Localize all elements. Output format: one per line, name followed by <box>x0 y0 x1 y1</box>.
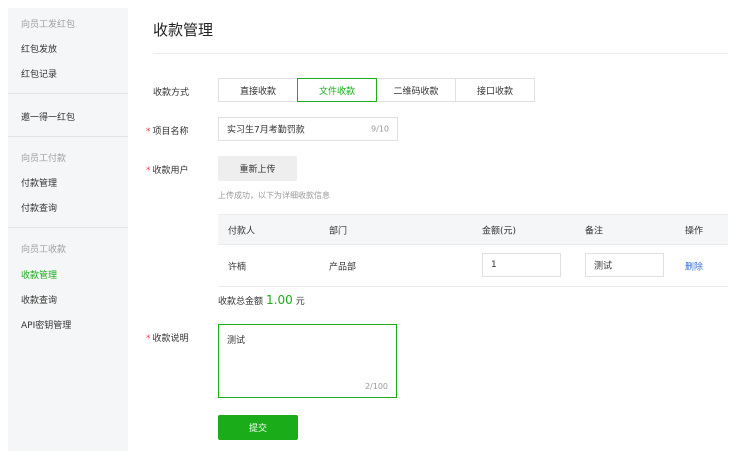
sidebar-item-invite-red-packet[interactable]: 邀一得一红包 <box>21 110 75 123</box>
description-label: * 收款说明 <box>146 334 189 344</box>
header-amount: 金额(元) <box>482 226 517 236</box>
cell-payer: 许楠 <box>228 262 247 272</box>
collection-table: 付款人 部门 金额(元) 备注 操作 许楠 产品部 1 测试 删除 <box>218 214 728 287</box>
sidebar-divider <box>8 227 128 228</box>
sidebar-item-red-packet-records[interactable]: 红包记录 <box>21 67 57 80</box>
required-mark: * <box>146 166 151 176</box>
upload-tip: 上传成功，以下为详细收款信息 <box>218 191 330 200</box>
collection-users-label: * 收款用户 <box>146 166 189 176</box>
note-input[interactable]: 测试 <box>585 253 664 277</box>
sidebar-item-red-packet-send[interactable]: 红包发放 <box>21 42 57 55</box>
sidebar: 向员工发红包 红包发放 红包记录 邀一得一红包 向员工付款 付款管理 付款查询 … <box>8 8 128 451</box>
sidebar-group-title-payment: 向员工付款 <box>21 154 67 164</box>
sidebar-item-collection-management[interactable]: 收款管理 <box>21 268 57 281</box>
amount-value: 1 <box>491 260 497 270</box>
sidebar-divider <box>8 93 128 94</box>
page-title: 收款管理 <box>153 21 214 39</box>
header-action: 操作 <box>685 226 704 236</box>
header-note: 备注 <box>585 226 604 236</box>
project-name-label: * 项目名称 <box>146 127 189 137</box>
header-payer: 付款人 <box>228 226 256 236</box>
total-label: 收款总金额 <box>218 297 264 307</box>
tab-qrcode-collection[interactable]: 二维码收款 <box>376 78 456 102</box>
title-divider <box>153 53 728 54</box>
method-label: 收款方式 <box>153 88 190 98</box>
tab-direct-collection[interactable]: 直接收款 <box>218 78 298 102</box>
delete-link[interactable]: 删除 <box>685 259 703 272</box>
total-unit: 元 <box>295 297 305 307</box>
total-amount-value: 1.00 <box>266 293 293 307</box>
required-mark: * <box>146 334 151 344</box>
description-value: 测试 <box>227 336 246 346</box>
tab-api-collection[interactable]: 接口收款 <box>455 78 535 102</box>
description-counter: 2/100 <box>364 382 388 391</box>
description-textarea[interactable]: 测试 2/100 <box>218 324 397 398</box>
sidebar-item-payment-query[interactable]: 付款查询 <box>21 201 57 214</box>
method-tabs: 直接收款 文件收款 二维码收款 接口收款 <box>218 78 535 102</box>
main-content: 收款管理 收款方式 直接收款 文件收款 二维码收款 接口收款 * 项目名称 实习生… <box>146 0 728 459</box>
sidebar-item-payment-management[interactable]: 付款管理 <box>21 176 57 189</box>
header-dept: 部门 <box>329 226 348 236</box>
total-amount: 收款总金额 1.00 元 <box>218 293 305 307</box>
sidebar-group-title-collection: 向员工收款 <box>21 245 67 255</box>
note-value: 测试 <box>594 261 613 272</box>
project-name-counter: 9/10 <box>371 124 389 134</box>
reupload-button[interactable]: 重新上传 <box>218 156 297 181</box>
table-row: 许楠 产品部 1 测试 删除 <box>218 245 728 287</box>
cell-dept: 产品部 <box>329 262 357 272</box>
tab-file-collection[interactable]: 文件收款 <box>297 78 377 102</box>
sidebar-item-collection-query[interactable]: 收款查询 <box>21 293 57 306</box>
required-mark: * <box>146 127 151 137</box>
sidebar-divider <box>8 136 128 137</box>
sidebar-group-title-red-packet: 向员工发红包 <box>21 20 76 30</box>
project-name-value: 实习生7月考勤罚款 <box>227 125 305 136</box>
sidebar-item-api-key-management[interactable]: API密钥管理 <box>21 318 71 331</box>
submit-button[interactable]: 提交 <box>218 415 298 440</box>
amount-input[interactable]: 1 <box>482 253 561 277</box>
project-name-input[interactable]: 实习生7月考勤罚款 9/10 <box>218 117 398 141</box>
table-header: 付款人 部门 金额(元) 备注 操作 <box>218 214 728 245</box>
